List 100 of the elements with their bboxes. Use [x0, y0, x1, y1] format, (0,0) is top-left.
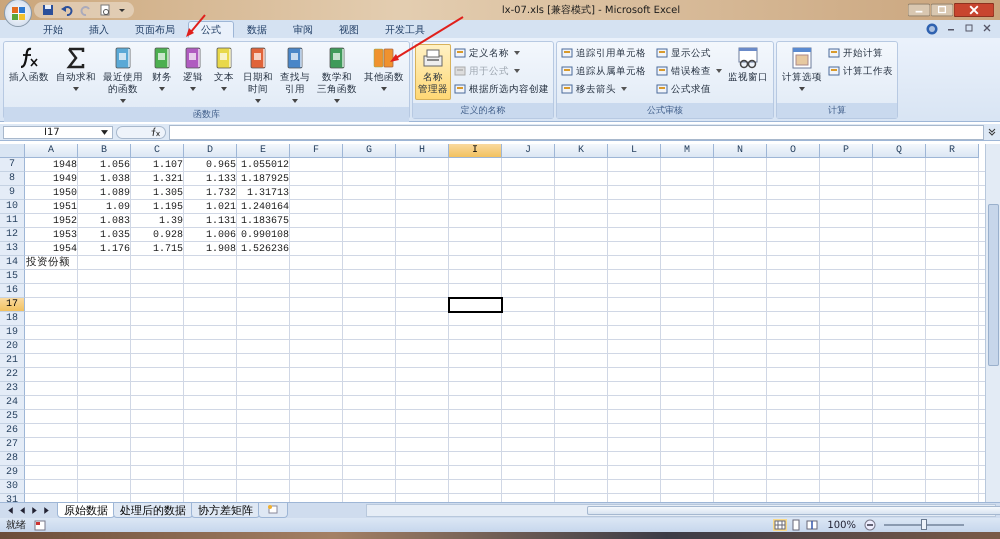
- close-icon[interactable]: [954, 3, 994, 17]
- column-header[interactable]: A: [25, 144, 78, 158]
- ribbon-button[interactable]: 查找与 引用: [277, 44, 313, 105]
- dropdown-icon[interactable]: [118, 6, 126, 14]
- zoom-slider-thumb[interactable]: [921, 519, 927, 530]
- column-header[interactable]: G: [343, 144, 396, 158]
- formula-input[interactable]: [169, 124, 984, 140]
- close-icon[interactable]: [982, 23, 992, 33]
- restore-icon[interactable]: [931, 3, 953, 17]
- ribbon-button[interactable]: 错误检查: [654, 62, 724, 80]
- column-header[interactable]: K: [555, 144, 608, 158]
- row-header[interactable]: 25: [0, 410, 25, 424]
- row-header[interactable]: 21: [0, 354, 25, 368]
- row-header[interactable]: 29: [0, 466, 25, 480]
- column-header[interactable]: B: [78, 144, 131, 158]
- row-header[interactable]: 16: [0, 284, 25, 298]
- column-header[interactable]: O: [767, 144, 820, 158]
- ribbon-tab[interactable]: 页面布局: [122, 21, 188, 38]
- zoom-out-icon[interactable]: [864, 519, 876, 531]
- row-header[interactable]: 11: [0, 214, 25, 228]
- ribbon-button[interactable]: 显示公式: [654, 44, 724, 62]
- normal-view-icon[interactable]: [773, 519, 788, 531]
- column-header[interactable]: C: [131, 144, 184, 158]
- column-header[interactable]: Q: [873, 144, 926, 158]
- ribbon-button[interactable]: 插入函数: [6, 44, 52, 86]
- column-header[interactable]: L: [608, 144, 661, 158]
- row-header[interactable]: 24: [0, 396, 25, 410]
- sheet-tab[interactable]: 原始数据: [57, 503, 115, 518]
- row-header[interactable]: 9: [0, 186, 25, 200]
- macro-record-icon[interactable]: [34, 520, 46, 530]
- minimize-icon[interactable]: [908, 3, 930, 17]
- page-break-icon[interactable]: [805, 519, 820, 531]
- zoom-level[interactable]: 100%: [827, 520, 856, 530]
- office-button[interactable]: [4, 0, 32, 27]
- ribbon-button[interactable]: 公式求值: [654, 80, 724, 98]
- selected-cell[interactable]: [449, 298, 502, 312]
- column-header[interactable]: J: [502, 144, 555, 158]
- save-icon[interactable]: [42, 4, 54, 16]
- sheet-tab[interactable]: 协方差矩阵: [191, 503, 260, 518]
- help-icon[interactable]: [926, 23, 938, 35]
- ribbon-button[interactable]: 移去箭头: [559, 80, 648, 98]
- row-header[interactable]: 12: [0, 228, 25, 242]
- ribbon-button[interactable]: 计算工作表: [826, 62, 895, 80]
- ribbon-button[interactable]: 计算选项: [779, 44, 825, 93]
- row-header[interactable]: 26: [0, 424, 25, 438]
- column-header[interactable]: E: [237, 144, 290, 158]
- column-header[interactable]: P: [820, 144, 873, 158]
- ribbon-button[interactable]: 追踪从属单元格: [559, 62, 648, 80]
- row-header[interactable]: 10: [0, 200, 25, 214]
- row-header[interactable]: 28: [0, 452, 25, 466]
- sheet-tab[interactable]: 处理后的数据: [113, 503, 193, 518]
- row-header[interactable]: 18: [0, 312, 25, 326]
- row-header[interactable]: 30: [0, 480, 25, 494]
- ribbon-tab[interactable]: 开发工具: [372, 21, 438, 38]
- name-box[interactable]: I17: [3, 126, 113, 138]
- row-header[interactable]: 14: [0, 256, 25, 270]
- undo-icon[interactable]: [61, 4, 73, 16]
- ribbon-button[interactable]: 数学和 三角函数: [314, 44, 360, 105]
- ribbon-button[interactable]: 财务: [147, 44, 177, 93]
- ribbon-button[interactable]: 其他函数: [361, 44, 407, 93]
- ribbon-button[interactable]: 文本: [209, 44, 239, 93]
- column-header[interactable]: I: [449, 144, 502, 158]
- column-header[interactable]: F: [290, 144, 343, 158]
- ribbon-button[interactable]: 定义名称: [452, 44, 551, 62]
- row-header[interactable]: 22: [0, 368, 25, 382]
- ribbon-button[interactable]: 自动求和: [53, 44, 99, 93]
- row-header[interactable]: 31: [0, 494, 25, 502]
- row-header[interactable]: 17: [0, 298, 25, 312]
- row-header[interactable]: 20: [0, 340, 25, 354]
- print-preview-icon[interactable]: [99, 4, 111, 16]
- vertical-scrollbar[interactable]: [985, 144, 1000, 502]
- ribbon-tab[interactable]: 数据: [234, 21, 280, 38]
- ribbon-tab[interactable]: 审阅: [280, 21, 326, 38]
- insert-function-button[interactable]: [116, 126, 166, 138]
- ribbon-button[interactable]: 日期和 时间: [240, 44, 276, 105]
- restore-icon[interactable]: [964, 23, 974, 33]
- column-header[interactable]: R: [926, 144, 979, 158]
- row-header[interactable]: 7: [0, 158, 25, 172]
- row-header[interactable]: 23: [0, 382, 25, 396]
- ribbon-button[interactable]: 逻辑: [178, 44, 208, 93]
- ribbon-tab[interactable]: 开始: [30, 21, 76, 38]
- ribbon-tab[interactable]: 插入: [76, 21, 122, 38]
- row-header[interactable]: 27: [0, 438, 25, 452]
- column-header[interactable]: H: [396, 144, 449, 158]
- column-header[interactable]: N: [714, 144, 767, 158]
- row-header[interactable]: 19: [0, 326, 25, 340]
- column-header[interactable]: D: [184, 144, 237, 158]
- ribbon-button[interactable]: 追踪引用单元格: [559, 44, 648, 62]
- ribbon-tab[interactable]: 视图: [326, 21, 372, 38]
- column-header[interactable]: M: [661, 144, 714, 158]
- ribbon-button[interactable]: 开始计算: [826, 44, 895, 62]
- row-header[interactable]: 8: [0, 172, 25, 186]
- ribbon-tab[interactable]: 公式: [188, 21, 234, 38]
- new-sheet-button[interactable]: [258, 503, 288, 518]
- ribbon-button[interactable]: 名称 管理器: [415, 44, 451, 100]
- expand-icon[interactable]: [987, 127, 997, 137]
- row-header[interactable]: 15: [0, 270, 25, 284]
- ribbon-button[interactable]: 根据所选内容创建: [452, 80, 551, 98]
- row-header[interactable]: 13: [0, 242, 25, 256]
- ribbon-button[interactable]: 最近使用 的函数: [100, 44, 146, 105]
